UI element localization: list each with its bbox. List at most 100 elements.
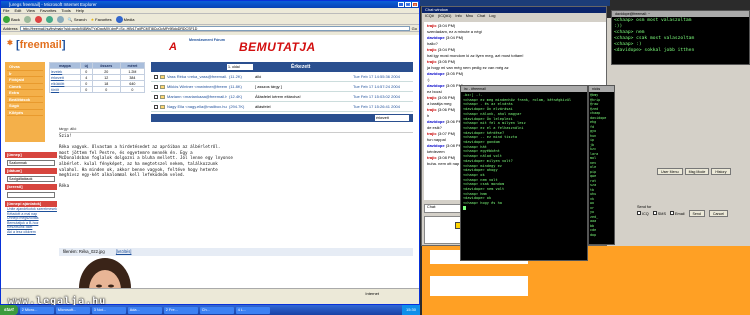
cancel-button[interactable]: Cancel (708, 210, 729, 217)
tab-icq[interactable]: ICQ# (425, 13, 434, 20)
back-button[interactable]: Back (3, 15, 20, 23)
message-from[interactable]: Nagy Ella <nagy.ella@mailbox.hu> (167, 104, 227, 109)
envelope-icon (160, 74, 165, 79)
side-select[interactable]: Szalomnak (7, 160, 55, 166)
table-row[interactable]: Mariann <mariankaaa@freemail.hu> (12.4K)… (151, 92, 413, 102)
tab-log[interactable]: Log (489, 13, 495, 20)
sidebar-item-kilepes[interactable]: Kilépés (7, 110, 43, 116)
message-checkbox[interactable] (154, 94, 158, 99)
message-size: (11.8K) (229, 84, 242, 89)
chat-time: (3:06 PM) (437, 107, 456, 112)
close-icon[interactable]: × (412, 2, 418, 7)
message-from[interactable]: Vass Réka <reka_vass@freemail.hu> (167, 74, 227, 79)
menu-edit[interactable]: Edit (14, 8, 21, 13)
taskbar-item[interactable]: 2 Micro... (19, 306, 54, 314)
chat-time: (3:05 PM) (437, 59, 456, 64)
table-row[interactable]: Nagy Ella <nagy.ella@mailbox.hu> (294.7K… (151, 102, 413, 112)
page-select[interactable]: 1. oldal (227, 64, 253, 70)
folder-new: 0 (79, 86, 93, 93)
freemail-sidebar: Olvas Ír Fiókjaid Címek Extra Beállításo… (5, 62, 45, 142)
send-sms-option[interactable]: SMS (652, 210, 666, 217)
go-button[interactable]: Go (412, 26, 417, 31)
refresh-icon[interactable] (45, 15, 53, 23)
minimize-icon[interactable]: _ (398, 2, 404, 7)
window-controls: _ □ × (398, 2, 418, 7)
message-subject[interactable]: [ asszos tárgy ] (255, 84, 351, 89)
terminal-title[interactable]: irc - #freemail (461, 86, 587, 92)
chat-text: :) (427, 77, 430, 82)
list-item: trajic (3:04 PM) szerdadam, ez a minute a… (427, 23, 603, 35)
start-button[interactable]: start (0, 305, 18, 315)
tab-chat[interactable]: Chat (477, 13, 485, 20)
envelope-icon (160, 84, 165, 89)
side-link[interactable]: Unite ajandékotok szerelmesek (5, 207, 57, 212)
address-input[interactable]: http://freemail.hu/fm/main?sid=qvdo948Ws… (19, 25, 410, 31)
message-date: Tue Feb 17 14:57:24 2004 (353, 84, 400, 89)
table-row[interactable]: Miklós Wintner <mwintner@freemail.hu> (1… (151, 82, 413, 92)
nick-list-window[interactable]: nicks @bmy @hrip @raw @zed chaap davidop… (588, 85, 615, 245)
menu-file[interactable]: File (3, 8, 9, 13)
home-icon[interactable] (56, 15, 64, 23)
checkbox-icon (637, 210, 641, 215)
irc-terminal-window[interactable]: irc - #freemail -bx:] -!- <chaap> ez meg… (460, 85, 588, 261)
taskbar-item[interactable]: Ada... (127, 306, 162, 314)
search-button[interactable]: 🔍 Search (68, 17, 87, 22)
chat-time: (3:05 PM) (437, 95, 456, 100)
stop-icon[interactable] (34, 15, 42, 23)
send-icq-option[interactable]: ICQ (637, 210, 649, 217)
side-select[interactable]: Szolgáltatások (7, 176, 55, 182)
chat-nick: trajic (427, 47, 437, 52)
message-subject[interactable]: állásfelel (255, 104, 351, 109)
envelope-icon (160, 94, 165, 99)
search-input[interactable] (7, 192, 55, 198)
menu-view[interactable]: View (26, 8, 35, 13)
side-boxes: [ünnep] Szalomnak [dátum] Szolgáltatások… (5, 152, 57, 234)
chat-tabs: ICQ# (ICQ#1) Info Mnu Chat Log (422, 13, 606, 20)
download-link[interactable]: [letöltés] (116, 249, 132, 254)
table-row[interactable]: Vass Réka <reka_vass@freemail.hu> (11.2K… (151, 72, 413, 82)
message-checkbox[interactable] (154, 74, 158, 79)
history-button[interactable]: History (711, 168, 731, 175)
maximize-icon[interactable]: □ (405, 2, 411, 7)
move-to-select[interactable]: érkezett (375, 115, 409, 121)
tab-icq-number[interactable]: (ICQ#1) (438, 13, 452, 20)
taskbar-item[interactable]: Microsoft... (55, 306, 90, 314)
side-link[interactable]: Aki a lesz cikkrem (5, 230, 57, 235)
user-menu-button[interactable]: User Menu (657, 168, 683, 175)
forward-arrow-icon[interactable] (23, 15, 31, 23)
folder-name[interactable]: törölt (49, 86, 81, 93)
tab-menu[interactable]: Mnu (466, 13, 473, 20)
media-button[interactable]: Media (115, 15, 135, 23)
taskbar-item[interactable]: 2 Fre... (163, 306, 198, 314)
back-arrow-icon (3, 15, 10, 23)
list-item[interactable]: dop (590, 233, 613, 238)
freemail-logo[interactable]: ✱ [freemail] (7, 39, 65, 51)
chat-nick: davidope (427, 119, 445, 124)
taskbar-item[interactable]: 3 Not... (91, 306, 126, 314)
browser-title-bar[interactable]: [uregs freemail] - Microsoft Internet Ex… (1, 1, 419, 8)
message-checkbox[interactable] (154, 84, 158, 89)
terminal-prompt[interactable] (463, 205, 585, 212)
terminal-window-top[interactable]: davidope@freemail: ~ <chaap> osm most va… (611, 10, 750, 65)
taskbar-item[interactable]: 4 L... (235, 306, 270, 314)
back-label: Back (11, 16, 20, 22)
send-button[interactable]: Send (688, 210, 705, 217)
menu-favorites[interactable]: Favorites (40, 8, 56, 13)
menu-help[interactable]: Help (76, 8, 84, 13)
msg-mode-button[interactable]: Msg Mode (684, 168, 710, 175)
tab-info[interactable]: Info (455, 13, 461, 20)
terminal-title[interactable]: nicks (589, 86, 614, 92)
send-email-option[interactable]: Email (670, 210, 685, 217)
menu-tools[interactable]: Tools (61, 8, 70, 13)
message-subject[interactable]: álló (255, 74, 351, 79)
terminal-title[interactable]: davidope@freemail: ~ (612, 11, 749, 17)
favorites-button[interactable]: ★ Favorites (91, 17, 112, 22)
message-from[interactable]: Mariann <mariankaaa@freemail.hu> (167, 94, 227, 99)
taskbar-item[interactable]: Ch... (199, 306, 234, 314)
message-checkbox[interactable] (154, 104, 158, 109)
banner-forum-logo: Menedzsment Fórum (189, 38, 225, 42)
message-subject[interactable]: Állásfelel kérem eltárolva! (255, 94, 351, 99)
message-list: Vass Réka <reka_vass@freemail.hu> (11.2K… (151, 72, 413, 112)
message-from[interactable]: Miklós Wintner <mwintner@freemail.hu> (167, 84, 227, 89)
table-row[interactable]: törölt 0 0 0 (49, 86, 146, 93)
